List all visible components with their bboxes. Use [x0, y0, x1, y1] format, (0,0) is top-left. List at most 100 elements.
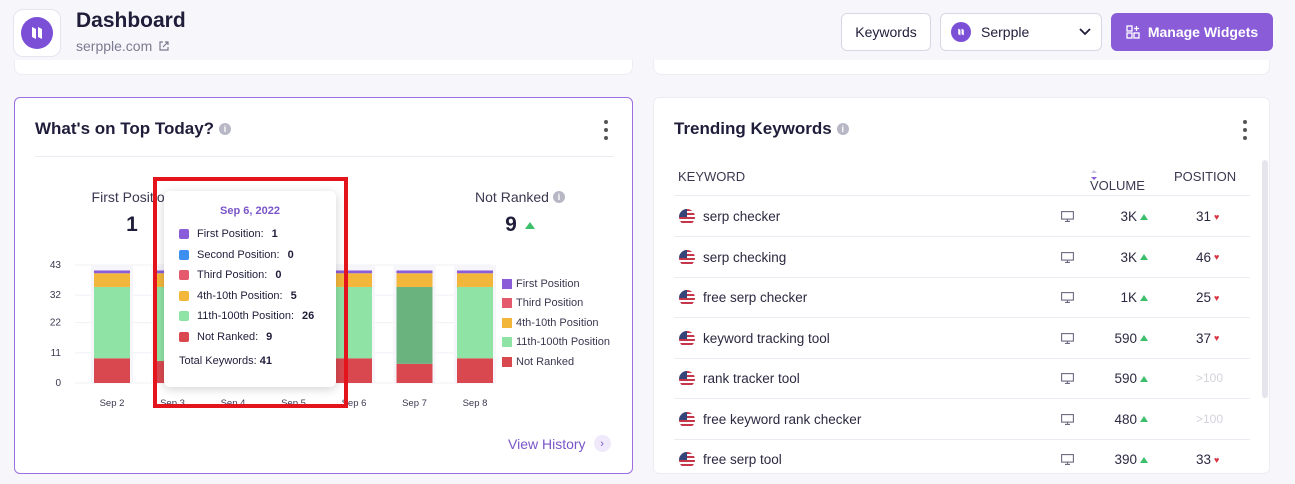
trend-up-icon	[524, 221, 535, 229]
more-options-icon[interactable]	[603, 120, 609, 140]
volume-value: 3K	[1120, 209, 1137, 224]
trend-up-icon	[1140, 375, 1148, 382]
position-value: >100	[1196, 371, 1224, 385]
project-select[interactable]: Serpple	[940, 13, 1102, 51]
manage-widgets-button[interactable]: Manage Widgets	[1111, 13, 1273, 51]
card-title: What's on Top Today? i	[35, 119, 232, 139]
desktop-icon	[1061, 373, 1074, 384]
keyword-cell[interactable]: free serp tool	[703, 452, 782, 467]
position-value: >100	[1196, 411, 1224, 426]
stat-label: Not Ranked	[475, 189, 549, 205]
legend-label: 4th-10th Position	[516, 316, 599, 329]
heart-icon: ♥	[1214, 292, 1220, 303]
bar-segment[interactable]	[396, 273, 433, 287]
view-history-label: View History	[508, 435, 586, 452]
legend-item[interactable]: Not Ranked	[502, 352, 610, 372]
volume-cell: 1K	[1120, 290, 1148, 305]
bar-segment[interactable]	[94, 273, 130, 287]
bar-segment[interactable]	[396, 270, 433, 274]
col-keyword[interactable]: KEYWORD	[678, 169, 745, 184]
legend-swatch	[502, 337, 512, 348]
us-flag-icon	[679, 330, 695, 347]
keyword-cell[interactable]: serp checker	[703, 209, 780, 224]
trend-up-icon	[1140, 416, 1148, 422]
bar-segment[interactable]	[457, 358, 493, 383]
x-tick-label: Sep 8	[463, 398, 488, 409]
table-row[interactable]: serp checker 3K 31 ♥	[674, 197, 1250, 237]
bar-segment[interactable]	[94, 358, 130, 383]
legend-swatch	[502, 278, 512, 289]
desktop-icon	[1061, 413, 1074, 425]
position-cell: 33 ♥	[1196, 452, 1219, 467]
volume-cell: 390	[1114, 452, 1148, 467]
volume-value: 480	[1114, 411, 1137, 427]
col-position[interactable]: POSITION	[1174, 169, 1236, 184]
volume-value: 3K	[1120, 249, 1137, 265]
col-volume[interactable]: VOLUME	[1090, 169, 1145, 193]
external-link-icon[interactable]	[158, 40, 170, 52]
trend-up-icon	[1140, 456, 1148, 463]
trend-up-icon	[1140, 335, 1148, 341]
x-tick-label: Sep 7	[402, 398, 427, 409]
position-cell: 46 ♥	[1196, 250, 1219, 265]
y-tick-label: 11	[51, 348, 62, 359]
legend-swatch	[502, 317, 512, 328]
volume-cell: 590	[1114, 371, 1148, 386]
volume-value: 590	[1114, 371, 1137, 386]
legend-item[interactable]: 4th-10th Position	[502, 313, 610, 333]
info-icon[interactable]: i	[836, 123, 849, 135]
trend-up-icon	[1140, 254, 1148, 260]
legend-item[interactable]: Third Position	[502, 294, 610, 314]
heart-icon: ♥	[1214, 333, 1220, 343]
legend-item[interactable]: 11th-100th Position	[502, 333, 610, 353]
y-tick-label: 0	[55, 378, 61, 389]
us-flag-icon	[679, 371, 695, 387]
position-cell: >100	[1196, 371, 1223, 385]
position-value: 33	[1196, 452, 1212, 467]
stat-not-ranked: Not Ranked i 9	[465, 189, 575, 237]
info-icon[interactable]: i	[219, 123, 232, 135]
table-row[interactable]: keyword tracking tool 590 37 ♥	[674, 319, 1250, 359]
desktop-icon	[1061, 332, 1074, 344]
bar-segment[interactable]	[94, 270, 130, 274]
heart-icon: ♥	[1214, 211, 1220, 222]
bar-segment[interactable]	[396, 363, 433, 383]
volume-value: 590	[1114, 330, 1137, 346]
more-options-icon[interactable]	[1242, 120, 1248, 140]
table-row[interactable]: free serp checker 1K 25 ♥	[674, 278, 1250, 318]
site-domain[interactable]: serpple.com	[76, 38, 170, 54]
bar-segment[interactable]	[396, 286, 433, 364]
volume-value: 390	[1114, 452, 1137, 467]
us-flag-icon	[679, 452, 695, 468]
legend-item[interactable]: First Position	[502, 274, 610, 294]
serpple-project-icon	[951, 22, 971, 42]
table-row[interactable]: free serp tool 390 33 ♥	[674, 440, 1250, 473]
bar-segment[interactable]	[94, 286, 130, 359]
position-cell: 25 ♥	[1196, 290, 1219, 305]
keyword-cell[interactable]: keyword tracking tool	[703, 331, 830, 346]
stat-value: 1	[126, 213, 138, 236]
bar-segment[interactable]	[457, 286, 493, 359]
legend-label: First Position	[516, 277, 580, 290]
keywords-button[interactable]: Keywords	[841, 13, 931, 51]
table-row[interactable]: serp checking 3K 46 ♥	[674, 238, 1250, 278]
table-row[interactable]: free keyword rank checker 480 >100	[674, 400, 1250, 440]
scrollbar[interactable]	[1262, 160, 1268, 398]
page-title: Dashboard	[76, 9, 186, 32]
volume-cell: 3K	[1120, 209, 1148, 224]
keyword-cell[interactable]: rank tracker tool	[703, 371, 800, 386]
serpple-logo[interactable]	[13, 9, 61, 57]
keyword-cell[interactable]: free serp checker	[703, 290, 807, 305]
table-row[interactable]: rank tracker tool 590 >100	[674, 359, 1250, 399]
heart-icon: ♥	[1214, 252, 1220, 262]
legend-swatch	[502, 356, 512, 367]
info-icon[interactable]: i	[552, 191, 565, 203]
view-history-link[interactable]: View History ›	[508, 435, 611, 452]
position-cell: 31 ♥	[1196, 209, 1219, 224]
bar-segment[interactable]	[457, 270, 493, 274]
keyword-cell[interactable]: free keyword rank checker	[703, 412, 861, 427]
us-flag-icon	[679, 290, 695, 306]
keyword-cell[interactable]: serp checking	[703, 250, 786, 265]
bar-segment[interactable]	[457, 273, 493, 287]
table-header: KEYWORD VOLUME POSITION	[674, 160, 1250, 196]
